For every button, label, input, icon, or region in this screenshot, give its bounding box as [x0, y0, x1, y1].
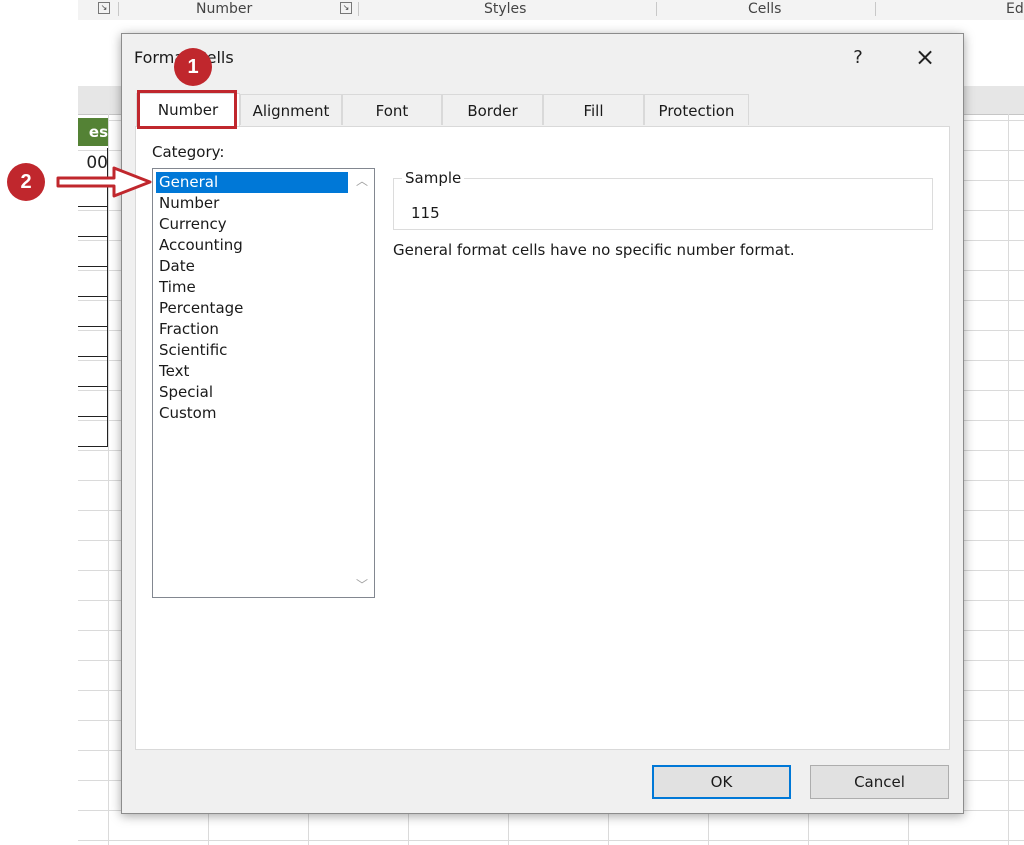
table-header-cell[interactable]: es	[78, 118, 108, 146]
category-item-date[interactable]: Date	[156, 256, 348, 277]
ribbon-group-styles: Styles	[484, 1, 527, 17]
category-item-fraction[interactable]: Fraction	[156, 319, 348, 340]
ribbon-group-cells: Cells	[748, 1, 782, 17]
ribbon-divider	[875, 2, 876, 16]
scroll-down-icon[interactable]: ﹀	[356, 579, 368, 591]
cell-border	[78, 386, 108, 387]
category-item-accounting[interactable]: Accounting	[156, 235, 348, 256]
cell-border	[78, 416, 108, 417]
number-tab-panel: Category: General Number Currency Accoun…	[135, 126, 950, 750]
category-label: Category:	[152, 143, 225, 161]
tab-protection[interactable]: Protection	[644, 94, 749, 125]
close-button[interactable]: ×	[910, 42, 940, 72]
dialog-launcher-icon[interactable]: ↘	[98, 2, 110, 14]
sample-label: Sample	[402, 169, 465, 187]
sample-value: 115	[411, 204, 440, 222]
step-1-badge: 1	[174, 48, 212, 86]
tab-fill[interactable]: Fill	[543, 94, 644, 125]
help-button[interactable]: ?	[844, 44, 872, 72]
ok-button[interactable]: OK	[652, 765, 791, 799]
cell-border	[78, 326, 108, 327]
step-2-badge: 2	[7, 163, 45, 201]
category-item-general[interactable]: General	[156, 172, 348, 193]
ribbon-group-labels: ↘ Number ↘ Styles Cells Ed	[78, 0, 1024, 21]
number-launcher-icon[interactable]: ↘	[340, 2, 352, 14]
category-item-percentage[interactable]: Percentage	[156, 298, 348, 319]
category-item-text[interactable]: Text	[156, 361, 348, 382]
cell-border	[78, 446, 108, 447]
ribbon-group-number: Number	[196, 1, 253, 17]
ribbon-group-editing: Ed	[1006, 1, 1024, 17]
sample-group: Sample 115	[393, 169, 933, 230]
tab-border[interactable]: Border	[442, 94, 543, 125]
tab-alignment[interactable]: Alignment	[240, 94, 342, 125]
step-2-arrow-icon	[56, 166, 152, 198]
category-item-currency[interactable]: Currency	[156, 214, 348, 235]
scroll-up-icon[interactable]: ︿	[356, 175, 368, 187]
number-tab-highlight	[137, 90, 237, 129]
category-item-special[interactable]: Special	[156, 382, 348, 403]
cell-border	[78, 206, 108, 207]
cell-border	[78, 236, 108, 237]
cell-border	[78, 356, 108, 357]
format-description: General format cells have no specific nu…	[393, 241, 795, 259]
category-listbox[interactable]: General Number Currency Accounting Date …	[152, 168, 375, 598]
category-item-number[interactable]: Number	[156, 193, 348, 214]
cancel-button[interactable]: Cancel	[810, 765, 949, 799]
category-list: General Number Currency Accounting Date …	[156, 172, 348, 424]
cell-border	[78, 296, 108, 297]
ribbon-divider	[656, 2, 657, 16]
ribbon-divider	[358, 2, 359, 16]
tab-font[interactable]: Font	[342, 94, 442, 125]
category-item-scientific[interactable]: Scientific	[156, 340, 348, 361]
ribbon-divider	[118, 2, 119, 16]
cell-border	[78, 266, 108, 267]
category-item-time[interactable]: Time	[156, 277, 348, 298]
category-item-custom[interactable]: Custom	[156, 403, 348, 424]
format-cells-dialog: Format Cells ? × Number Alignment Font B…	[121, 33, 964, 814]
